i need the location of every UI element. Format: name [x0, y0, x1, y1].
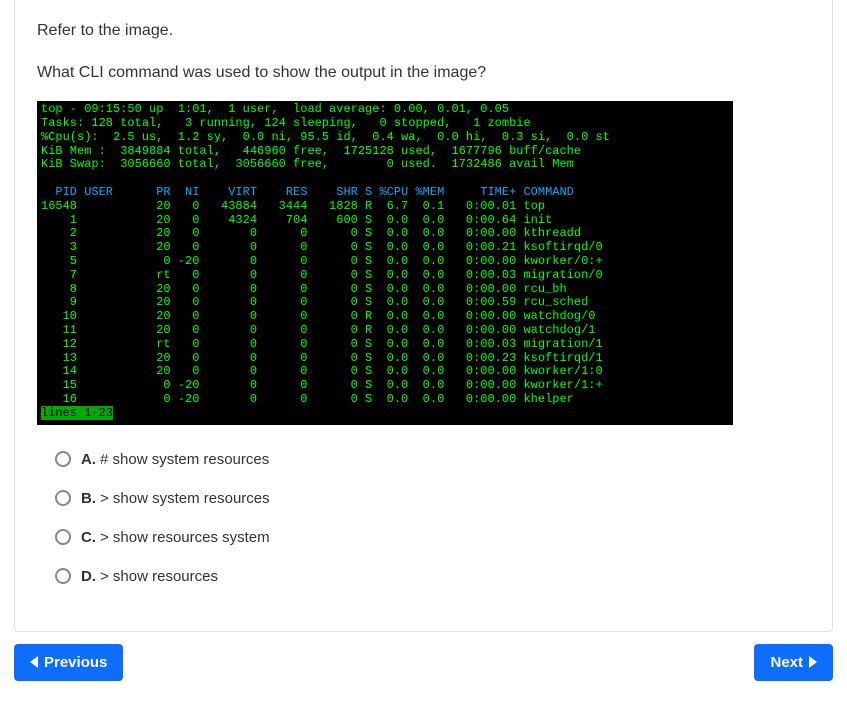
table-row: 2 20 0 0 0 0 S 0.0 0.0 0:00.00 kthreadd: [41, 226, 581, 240]
terminal-summary-2: %Cpu(s): 2.5 us, 1.2 sy, 0.0 ni, 95.5 id…: [41, 130, 610, 144]
option-c[interactable]: C.> show resources system: [55, 529, 810, 546]
option-c-label: C.> show resources system: [81, 529, 270, 546]
table-row: 16548 20 0 43884 3444 1828 R 6.7 0.1 0:0…: [41, 199, 545, 213]
option-a[interactable]: A.# show system resources: [55, 451, 810, 468]
question-card: Refer to the image. What CLI command was…: [14, 0, 833, 632]
previous-button[interactable]: Previous: [14, 644, 123, 681]
table-row: 7 rt 0 0 0 0 S 0.0 0.0 0:00.03 migration…: [41, 268, 603, 282]
terminal-status: lines 1-23: [41, 406, 113, 420]
table-row: 12 rt 0 0 0 0 S 0.0 0.0 0:00.03 migratio…: [41, 337, 603, 351]
table-row: 13 20 0 0 0 0 S 0.0 0.0 0:00.23 ksoftirq…: [41, 351, 603, 365]
table-row: 10 20 0 0 0 0 R 0.0 0.0 0:00.00 watchdog…: [41, 309, 596, 323]
question-intro: Refer to the image.: [37, 18, 810, 44]
radio-b[interactable]: [55, 490, 71, 506]
terminal-columns: PID USER PR NI VIRT RES SHR S %CPU %MEM …: [41, 185, 574, 199]
table-row: 3 20 0 0 0 0 S 0.0 0.0 0:00.21 ksoftirqd…: [41, 240, 603, 254]
next-label: Next: [770, 654, 803, 671]
table-row: 8 20 0 0 0 0 S 0.0 0.0 0:00.00 rcu_bh: [41, 282, 567, 296]
nav-bar: Previous Next: [14, 644, 833, 681]
radio-c[interactable]: [55, 529, 71, 545]
chevron-right-icon: [809, 656, 817, 668]
terminal-output: top - 09:15:50 up 1:01, 1 user, load ave…: [37, 101, 733, 424]
option-b[interactable]: B.> show system resources: [55, 490, 810, 507]
terminal-summary-4: KiB Swap: 3056660 total, 3056660 free, 0…: [41, 157, 574, 171]
answer-options: A.# show system resources B.> show syste…: [55, 451, 810, 585]
option-a-label: A.# show system resources: [81, 451, 269, 468]
next-button[interactable]: Next: [754, 644, 833, 681]
terminal-summary-1: Tasks: 128 total, 3 running, 124 sleepin…: [41, 116, 531, 130]
question-prompt: What CLI command was used to show the ou…: [37, 60, 810, 86]
terminal-summary-0: top - 09:15:50 up 1:01, 1 user, load ave…: [41, 102, 509, 116]
option-d[interactable]: D.> show resources: [55, 568, 810, 585]
table-row: 11 20 0 0 0 0 R 0.0 0.0 0:00.00 watchdog…: [41, 323, 596, 337]
table-row: 16 0 -20 0 0 0 S 0.0 0.0 0:00.00 khelper: [41, 392, 574, 406]
option-b-label: B.> show system resources: [81, 490, 270, 507]
radio-d[interactable]: [55, 568, 71, 584]
table-row: 15 0 -20 0 0 0 S 0.0 0.0 0:00.00 kworker…: [41, 378, 603, 392]
option-d-label: D.> show resources: [81, 568, 218, 585]
table-row: 14 20 0 0 0 0 S 0.0 0.0 0:00.00 kworker/…: [41, 364, 603, 378]
table-row: 1 20 0 4324 704 600 S 0.0 0.0 0:00.64 in…: [41, 213, 552, 227]
table-row: 9 20 0 0 0 0 S 0.0 0.0 0:00.59 rcu_sched: [41, 295, 588, 309]
terminal-summary-3: KiB Mem : 3849884 total, 446960 free, 17…: [41, 144, 581, 158]
chevron-left-icon: [30, 656, 38, 668]
radio-a[interactable]: [55, 451, 71, 467]
table-row: 5 0 -20 0 0 0 S 0.0 0.0 0:00.00 kworker/…: [41, 254, 603, 268]
previous-label: Previous: [44, 654, 107, 671]
